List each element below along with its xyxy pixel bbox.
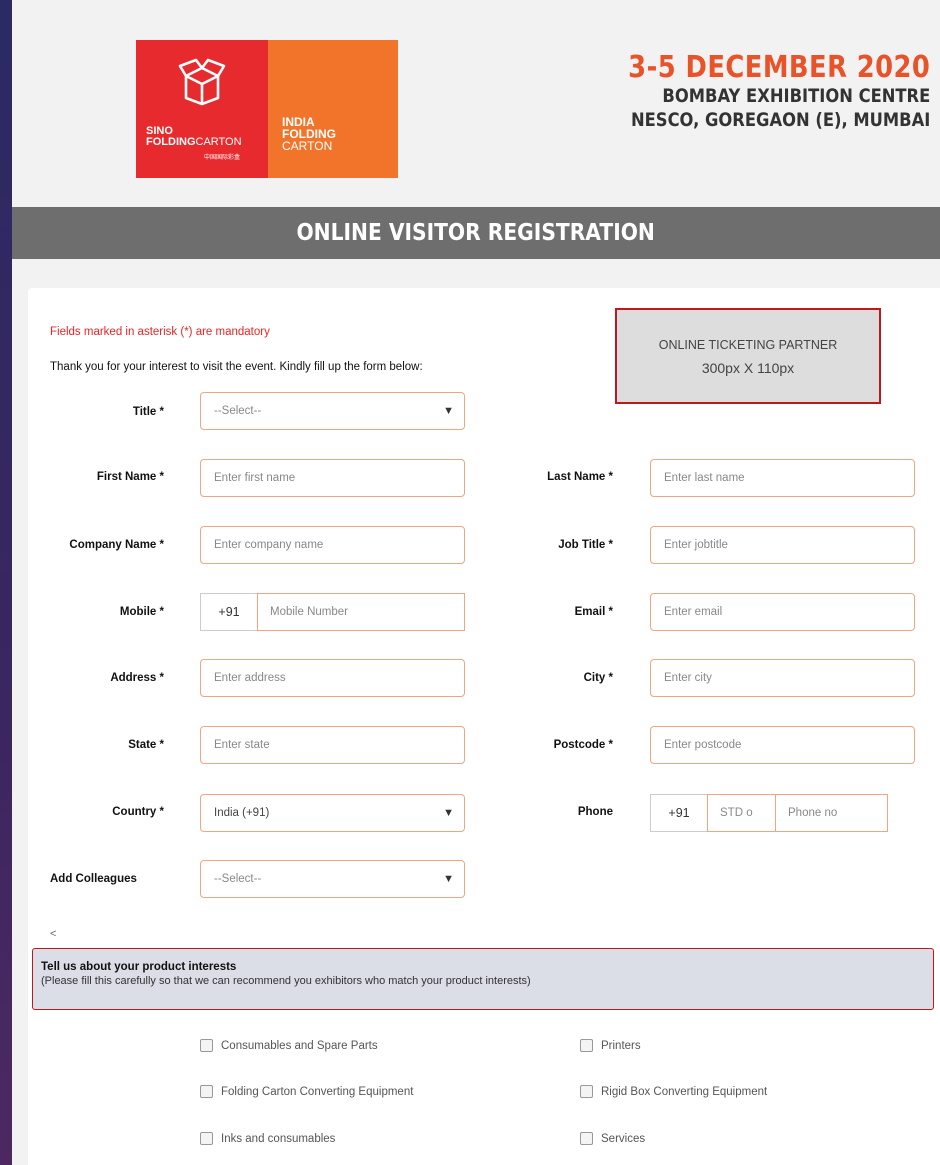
india-folding-carton-logo: INDIA FOLDING CARTON [268,40,398,178]
company-name-input[interactable]: Enter company name [200,526,465,564]
stray-char: < [50,928,57,940]
partner-line2: 300px X 110px [701,360,795,376]
add-colleagues-select-value: --Select-- [214,873,262,885]
title-select[interactable]: --Select-- ▼ [200,392,465,430]
phone-number-input[interactable]: Phone no [775,794,888,832]
checkbox-icon[interactable] [580,1132,593,1145]
event-venue-line1: BOMBAY EXHIBITION CENTRE [662,85,930,107]
job-title-label: Job Title * [558,539,613,551]
interest-checkbox[interactable]: Rigid Box Converting Equipment [580,1085,767,1098]
job-title-input[interactable]: Enter jobtitle [650,526,915,564]
title-label: Title * [132,406,164,418]
logo-text-sino: SINO FOLDINGCARTON [146,125,242,148]
product-interests-header: Tell us about your product interests (Pl… [32,948,934,1010]
company-name-label: Company Name * [69,539,164,551]
partner-line1: ONLINE TICKETING PARTNER [658,338,838,352]
postcode-label: Postcode * [553,739,613,751]
first-name-label: First Name * [96,471,164,483]
title-select-value: --Select-- [214,405,262,417]
mobile-country-code: +91 [200,593,258,631]
mobile-number-input[interactable]: Mobile Number [257,593,465,631]
checkbox-icon[interactable] [200,1132,213,1145]
phone-std-input[interactable]: STD o [707,794,776,832]
address-label: Address * [110,672,164,684]
dropdown-arrow-icon: ▼ [443,405,454,417]
logo-text-cn: 中国国际彩盒 [204,155,241,161]
phone-label: Phone [577,806,613,818]
page-title-banner: ONLINE VISITOR REGISTRATION [12,207,940,259]
page: SINO FOLDINGCARTON 中国国际彩盒 INDIA FOLDING … [12,0,940,1165]
state-input[interactable]: Enter state [200,726,465,764]
interest-checkbox[interactable]: Consumables and Spare Parts [200,1039,378,1052]
mandatory-note: Fields marked in asterisk (*) are mandat… [50,326,270,338]
ticketing-partner-placeholder[interactable]: ONLINE TICKETING PARTNER 300px X 110px [615,308,881,404]
checkbox-icon[interactable] [200,1085,213,1098]
interest-checkbox[interactable]: Services [580,1132,645,1145]
dropdown-arrow-icon: ▼ [443,873,454,885]
city-label: City * [583,672,613,684]
form-intro: Thank you for your interest to visit the… [50,361,423,373]
interest-checkbox[interactable]: Inks and consumables [200,1132,335,1145]
event-date: 3-5 DECEMBER 2020 [627,50,930,85]
country-select-value: India (+91) [214,807,270,819]
country-select[interactable]: India (+91) ▼ [200,794,465,832]
postcode-input[interactable]: Enter postcode [650,726,915,764]
phone-country-code: +91 [650,794,708,832]
country-label: Country * [112,806,164,818]
checkbox-icon[interactable] [200,1039,213,1052]
email-input[interactable]: Enter email [650,593,915,631]
state-label: State * [128,739,164,751]
event-logo: SINO FOLDINGCARTON 中国国际彩盒 INDIA FOLDING … [136,40,398,178]
event-info: 3-5 DECEMBER 2020 BOMBAY EXHIBITION CENT… [579,52,930,132]
registration-form: Fields marked in asterisk (*) are mandat… [28,288,940,1165]
checkbox-icon[interactable] [580,1039,593,1052]
city-input[interactable]: Enter city [650,659,915,697]
dropdown-arrow-icon: ▼ [443,807,454,819]
interests-subtitle: (Please fill this carefully so that we c… [41,975,531,987]
box-icon [178,58,226,106]
email-label: Email * [574,606,613,618]
add-colleagues-label: Add Colleagues [50,873,137,885]
event-venue-line2: NESCO, GOREGAON (E), MUMBAI [630,109,930,131]
interest-checkbox[interactable]: Printers [580,1039,641,1052]
sino-folding-carton-logo: SINO FOLDINGCARTON 中国国际彩盒 [136,40,268,178]
mobile-label: Mobile * [119,606,164,618]
add-colleagues-select[interactable]: --Select-- ▼ [200,860,465,898]
interests-title: Tell us about your product interests [41,961,237,973]
checkbox-icon[interactable] [580,1085,593,1098]
interest-checkbox[interactable]: Folding Carton Converting Equipment [200,1085,413,1098]
address-input[interactable]: Enter address [200,659,465,697]
first-name-input[interactable]: Enter first name [200,459,465,497]
last-name-input[interactable]: Enter last name [650,459,915,497]
logo-text-india: INDIA FOLDING CARTON [282,115,336,153]
last-name-label: Last Name * [547,471,613,483]
